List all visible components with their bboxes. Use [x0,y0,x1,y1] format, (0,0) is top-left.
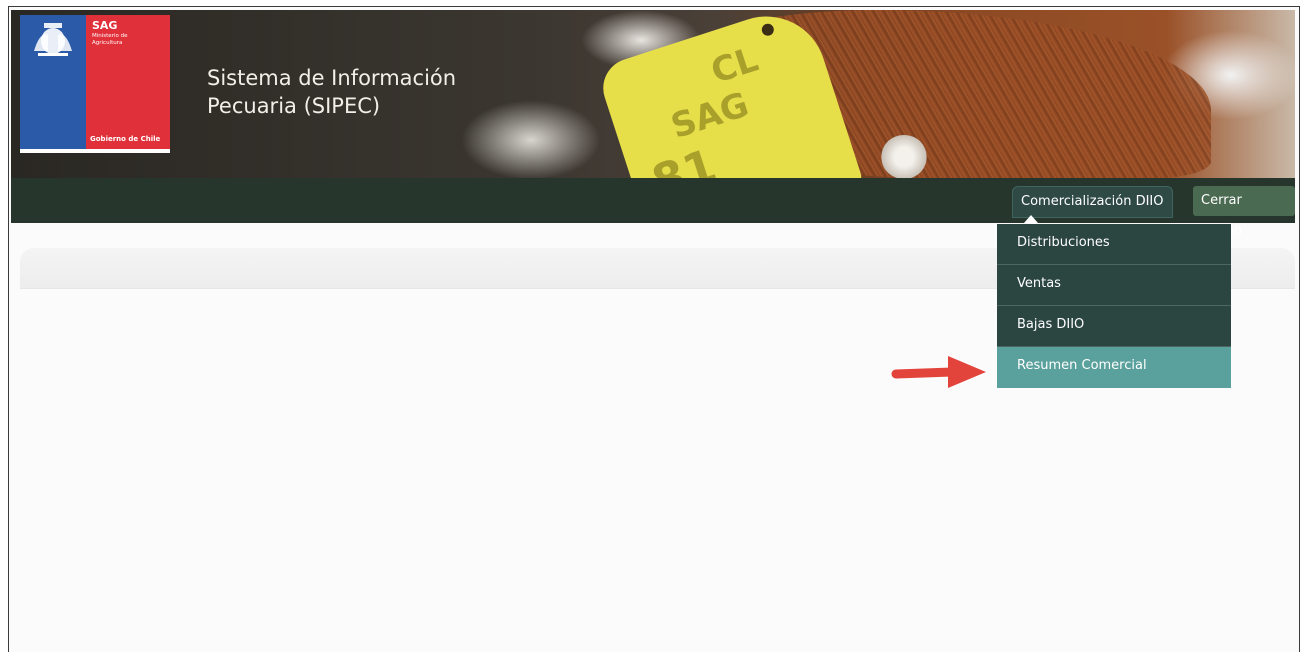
logout-button[interactable]: Cerrar sesión [1193,186,1295,238]
logo-government: Gobierno de Chile [90,135,161,143]
menu-item-ventas[interactable]: Ventas [997,265,1231,306]
comercializacion-menu-button[interactable]: Comercialización DIIO [1012,186,1173,218]
app-title-line2: Pecuaria (SIPEC) [207,94,381,118]
top-navbar: Comercialización DIIO Cerrar sesión [11,178,1295,238]
menu-item-distribuciones[interactable]: Distribuciones [997,224,1231,265]
app-title: Sistema de Información Pecuaria (SIPEC) [207,64,456,120]
header-banner: CL SAG 81 [11,10,1295,178]
coat-of-arms-icon [34,23,72,56]
menu-item-resumen-comercial[interactable]: Resumen Comercial [997,347,1231,388]
logo-agency: SAG [92,19,118,32]
logo-ministry: Ministerio de Agricultura [92,33,128,46]
menu-item-bajas-diio[interactable]: Bajas DIIO [997,306,1231,347]
annotation-arrow-icon [891,356,986,388]
app-title-line1: Sistema de Información [207,66,457,90]
dropdown-caret-icon [1024,215,1038,223]
sag-logo: SAG Ministerio de Agricultura Gobierno d… [20,15,170,153]
comercializacion-dropdown: Distribuciones Ventas Bajas DIIO Resumen… [997,224,1231,388]
